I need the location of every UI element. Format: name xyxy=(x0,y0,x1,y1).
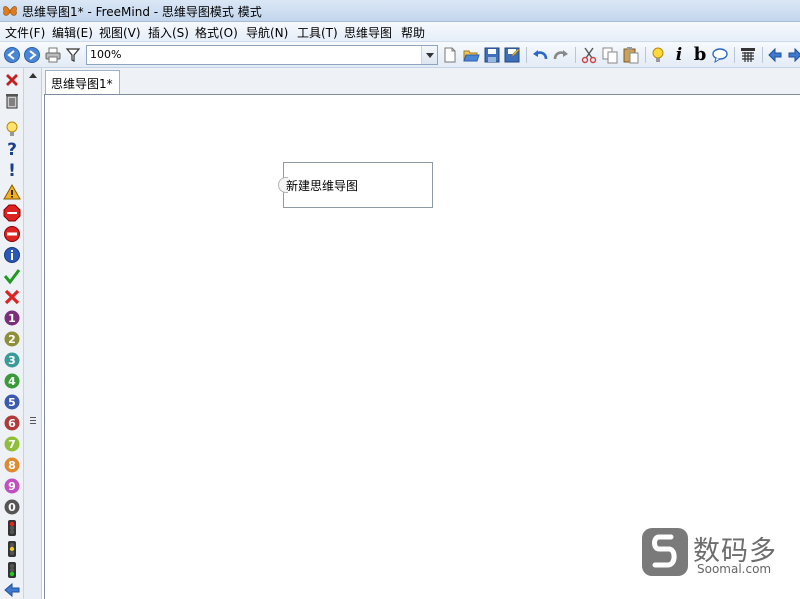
open-icon[interactable] xyxy=(462,46,480,64)
number-7-icon[interactable]: 7 xyxy=(3,435,21,453)
toolbar-divider xyxy=(526,47,527,63)
important-icon[interactable]: ! xyxy=(3,162,21,180)
menu-edit[interactable]: 编辑(E) xyxy=(51,24,94,41)
save-as-icon[interactable] xyxy=(503,46,521,64)
info-icon[interactable] xyxy=(3,246,21,264)
title-bar: 思维导图1* - FreeMind - 思维导图模式 模式 xyxy=(0,0,800,22)
zoom-select[interactable]: 100% xyxy=(86,45,438,65)
cross-icon[interactable] xyxy=(3,288,21,306)
number-1-icon[interactable]: 1 xyxy=(3,309,21,327)
number-9-icon[interactable]: 9 xyxy=(3,477,21,495)
number-5-icon[interactable]: 5 xyxy=(3,393,21,411)
menu-tools[interactable]: 工具(T) xyxy=(296,24,339,41)
minus-icon[interactable] xyxy=(3,225,21,243)
window-title: 思维导图1* - FreeMind - 思维导图模式 模式 xyxy=(22,5,262,19)
trash-icon[interactable] xyxy=(3,92,21,110)
traffic-light-yellow-icon[interactable] xyxy=(3,540,21,558)
italic-icon[interactable]: i xyxy=(670,46,688,64)
grid-icon[interactable] xyxy=(739,46,757,64)
toolbar-divider xyxy=(762,47,763,63)
number-2-label: 2 xyxy=(8,333,16,346)
number-6-icon[interactable]: 6 xyxy=(3,414,21,432)
map-tab-strip: 思维导图1* xyxy=(42,68,800,95)
toolbar-divider xyxy=(734,47,735,63)
tab-mindmap-1[interactable]: 思维导图1* xyxy=(45,70,120,95)
prev-icon[interactable] xyxy=(766,46,784,64)
number-8-label: 8 xyxy=(8,459,16,472)
icon-panel-splitter[interactable] xyxy=(24,68,42,599)
number-6-label: 6 xyxy=(8,417,16,430)
paste-icon[interactable] xyxy=(622,46,640,64)
toolbar-divider xyxy=(575,47,576,63)
copy-icon[interactable] xyxy=(601,46,619,64)
icon-toolbar: ? ! 1 2 3 4 5 6 7 8 9 0 xyxy=(0,68,24,599)
chevron-up-icon[interactable] xyxy=(29,73,37,78)
menu-view[interactable]: 视图(V) xyxy=(98,24,142,41)
menu-help[interactable]: 帮助 xyxy=(400,24,426,41)
toolbar: 100% i b xyxy=(0,42,800,68)
menu-mindmap[interactable]: 思维导图 xyxy=(343,24,393,41)
idea-icon[interactable] xyxy=(3,120,21,138)
traffic-light-red-icon[interactable] xyxy=(3,519,21,537)
stop-icon[interactable] xyxy=(3,204,21,222)
traffic-light-green-icon[interactable] xyxy=(3,561,21,579)
chevron-down-icon[interactable] xyxy=(421,46,437,64)
remove-icon[interactable] xyxy=(3,71,21,89)
filter-icon[interactable] xyxy=(64,46,82,64)
tab-label: 思维导图1* xyxy=(51,77,113,91)
bold-icon[interactable]: b xyxy=(691,46,709,64)
print-icon[interactable] xyxy=(44,46,62,64)
bulb-icon[interactable] xyxy=(649,46,667,64)
note-icon[interactable] xyxy=(711,46,729,64)
butterfly-icon xyxy=(2,3,18,19)
splitter-grip[interactable] xyxy=(30,417,36,425)
menu-file[interactable]: 文件(F) xyxy=(4,24,46,41)
number-0-icon[interactable]: 0 xyxy=(3,498,21,516)
number-9-label: 9 xyxy=(8,480,16,493)
root-node[interactable]: 新建思维导图 xyxy=(278,162,433,208)
menu-format[interactable]: 格式(O) xyxy=(194,24,239,41)
number-4-label: 4 xyxy=(8,375,16,388)
menu-insert[interactable]: 插入(S) xyxy=(147,24,190,41)
number-4-icon[interactable]: 4 xyxy=(3,372,21,390)
watermark: 数码多 Soomal.com xyxy=(641,527,791,579)
toolbar-divider xyxy=(645,47,646,63)
undo-icon[interactable] xyxy=(531,46,549,64)
new-map-icon[interactable] xyxy=(441,46,459,64)
number-7-label: 7 xyxy=(8,438,16,451)
number-1-label: 1 xyxy=(8,312,16,325)
back-arrow-icon[interactable] xyxy=(3,581,21,599)
number-3-label: 3 xyxy=(8,354,16,367)
number-8-icon[interactable]: 8 xyxy=(3,456,21,474)
number-0-label: 0 xyxy=(8,501,16,514)
zoom-value: 100% xyxy=(90,48,122,61)
save-icon[interactable] xyxy=(483,46,501,64)
root-node-label: 新建思维导图 xyxy=(286,179,359,193)
number-2-icon[interactable]: 2 xyxy=(3,330,21,348)
soomal-logo xyxy=(641,527,689,577)
forward-icon[interactable] xyxy=(23,46,41,64)
watermark-en: Soomal.com xyxy=(697,562,772,576)
next-icon[interactable] xyxy=(786,46,800,64)
menu-navigate[interactable]: 导航(N) xyxy=(245,24,289,41)
warning-icon[interactable] xyxy=(3,183,21,201)
check-icon[interactable] xyxy=(3,267,21,285)
number-3-icon[interactable]: 3 xyxy=(3,351,21,369)
question-icon[interactable]: ? xyxy=(3,141,21,159)
back-icon[interactable] xyxy=(3,46,21,64)
number-5-label: 5 xyxy=(8,396,16,409)
mindmap-canvas[interactable]: 新建思维导图 数码多 Soomal.com xyxy=(44,94,800,599)
cut-icon[interactable] xyxy=(580,46,598,64)
menu-bar: 文件(F) 编辑(E) 视图(V) 插入(S) 格式(O) 导航(N) 工具(T… xyxy=(0,22,800,42)
redo-icon[interactable] xyxy=(552,46,570,64)
